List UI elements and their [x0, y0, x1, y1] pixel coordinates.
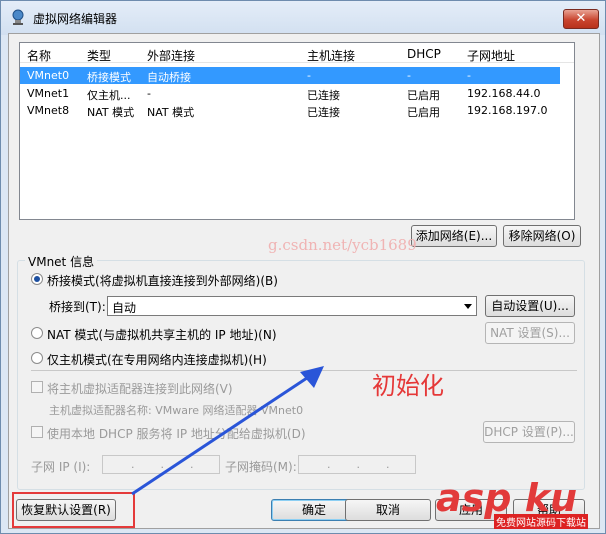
logo-text: asp ku — [436, 476, 578, 520]
site-logo: asp ku 免费网站源码下载站 — [436, 478, 604, 534]
logo-subtitle: 免费网站源码下载站 — [494, 514, 588, 529]
annotation-arrow — [131, 366, 324, 496]
annotation-text: 初始化 — [372, 372, 444, 400]
